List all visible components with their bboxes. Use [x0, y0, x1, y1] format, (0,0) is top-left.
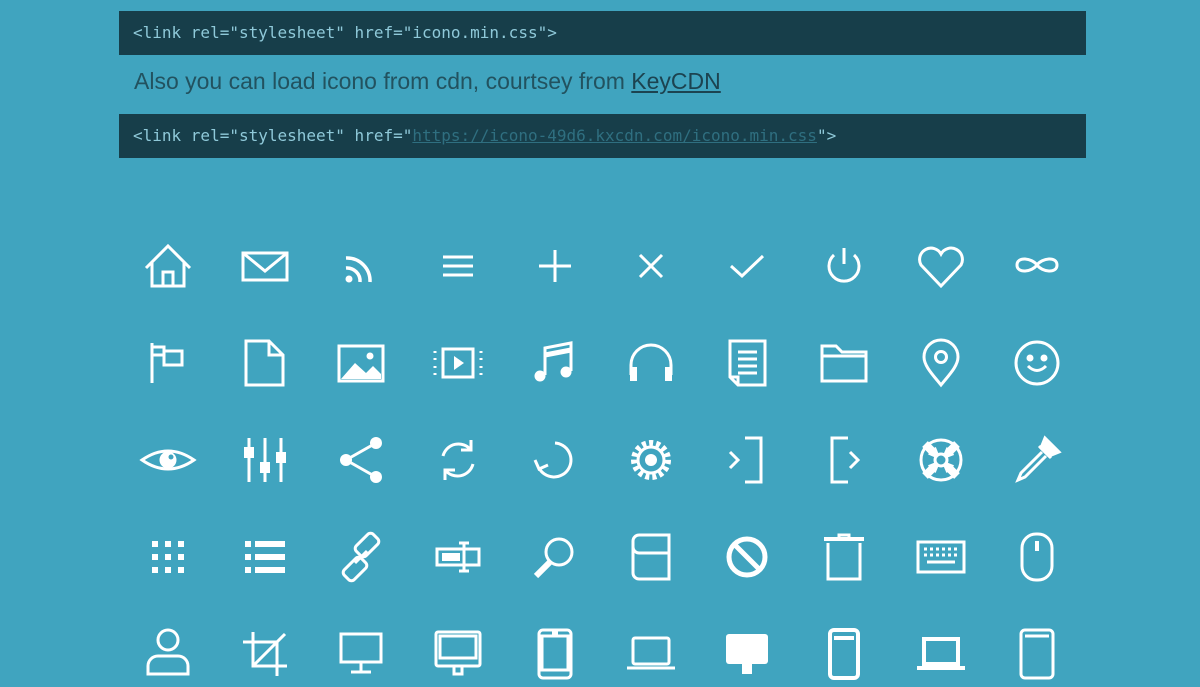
- tiles-icon[interactable]: [140, 529, 196, 585]
- file-icon[interactable]: [719, 335, 775, 391]
- sign-in-icon[interactable]: [719, 432, 775, 488]
- display-icon[interactable]: [333, 626, 389, 682]
- book-icon[interactable]: [623, 529, 679, 585]
- plus-icon[interactable]: [527, 238, 583, 294]
- heart-icon[interactable]: [913, 238, 969, 294]
- support-icon[interactable]: [913, 432, 969, 488]
- crop-icon[interactable]: [237, 626, 293, 682]
- chain-icon[interactable]: [333, 529, 389, 585]
- macbook-bold-icon[interactable]: [913, 626, 969, 682]
- gear-icon[interactable]: [623, 432, 679, 488]
- folder-icon[interactable]: [816, 335, 872, 391]
- user-icon[interactable]: [140, 626, 196, 682]
- imac-bold-icon[interactable]: [719, 626, 775, 682]
- iphone-bold-icon[interactable]: [816, 626, 872, 682]
- sign-out-icon[interactable]: [816, 432, 872, 488]
- page: <link rel="stylesheet" href="icono.min.c…: [0, 0, 1200, 675]
- infinity-icon[interactable]: [1009, 238, 1065, 294]
- trash-icon[interactable]: [816, 529, 872, 585]
- music-icon[interactable]: [527, 335, 583, 391]
- power-icon[interactable]: [816, 238, 872, 294]
- sync-icon[interactable]: [430, 432, 486, 488]
- check-icon[interactable]: [719, 238, 775, 294]
- macbook-icon[interactable]: [623, 626, 679, 682]
- headphones-icon[interactable]: [623, 335, 679, 391]
- dropper-icon[interactable]: [1009, 432, 1065, 488]
- reset-icon[interactable]: [527, 432, 583, 488]
- rss-icon[interactable]: [333, 238, 389, 294]
- image-icon[interactable]: [333, 335, 389, 391]
- document-icon[interactable]: [237, 335, 293, 391]
- share-icon[interactable]: [333, 432, 389, 488]
- eye-icon[interactable]: [140, 432, 196, 488]
- smile-icon[interactable]: [1009, 335, 1065, 391]
- forbidden-icon[interactable]: [719, 529, 775, 585]
- cross-icon[interactable]: [623, 238, 679, 294]
- mouse-icon[interactable]: [1009, 529, 1065, 585]
- iphone-icon[interactable]: [527, 626, 583, 682]
- hamburger-icon[interactable]: [430, 238, 486, 294]
- video-icon[interactable]: [430, 335, 486, 391]
- home-icon[interactable]: [140, 238, 196, 294]
- textbox-icon[interactable]: [430, 529, 486, 585]
- flag-icon[interactable]: [140, 335, 196, 391]
- sliders-icon[interactable]: [237, 432, 293, 488]
- location-icon[interactable]: [913, 335, 969, 391]
- search-icon[interactable]: [527, 529, 583, 585]
- mail-icon[interactable]: [237, 238, 293, 294]
- imac-icon[interactable]: [430, 626, 486, 682]
- list-icon[interactable]: [237, 529, 293, 585]
- icon-grid: [0, 0, 1200, 675]
- ipad-icon[interactable]: [1009, 626, 1065, 682]
- keyboard-icon[interactable]: [913, 529, 969, 585]
